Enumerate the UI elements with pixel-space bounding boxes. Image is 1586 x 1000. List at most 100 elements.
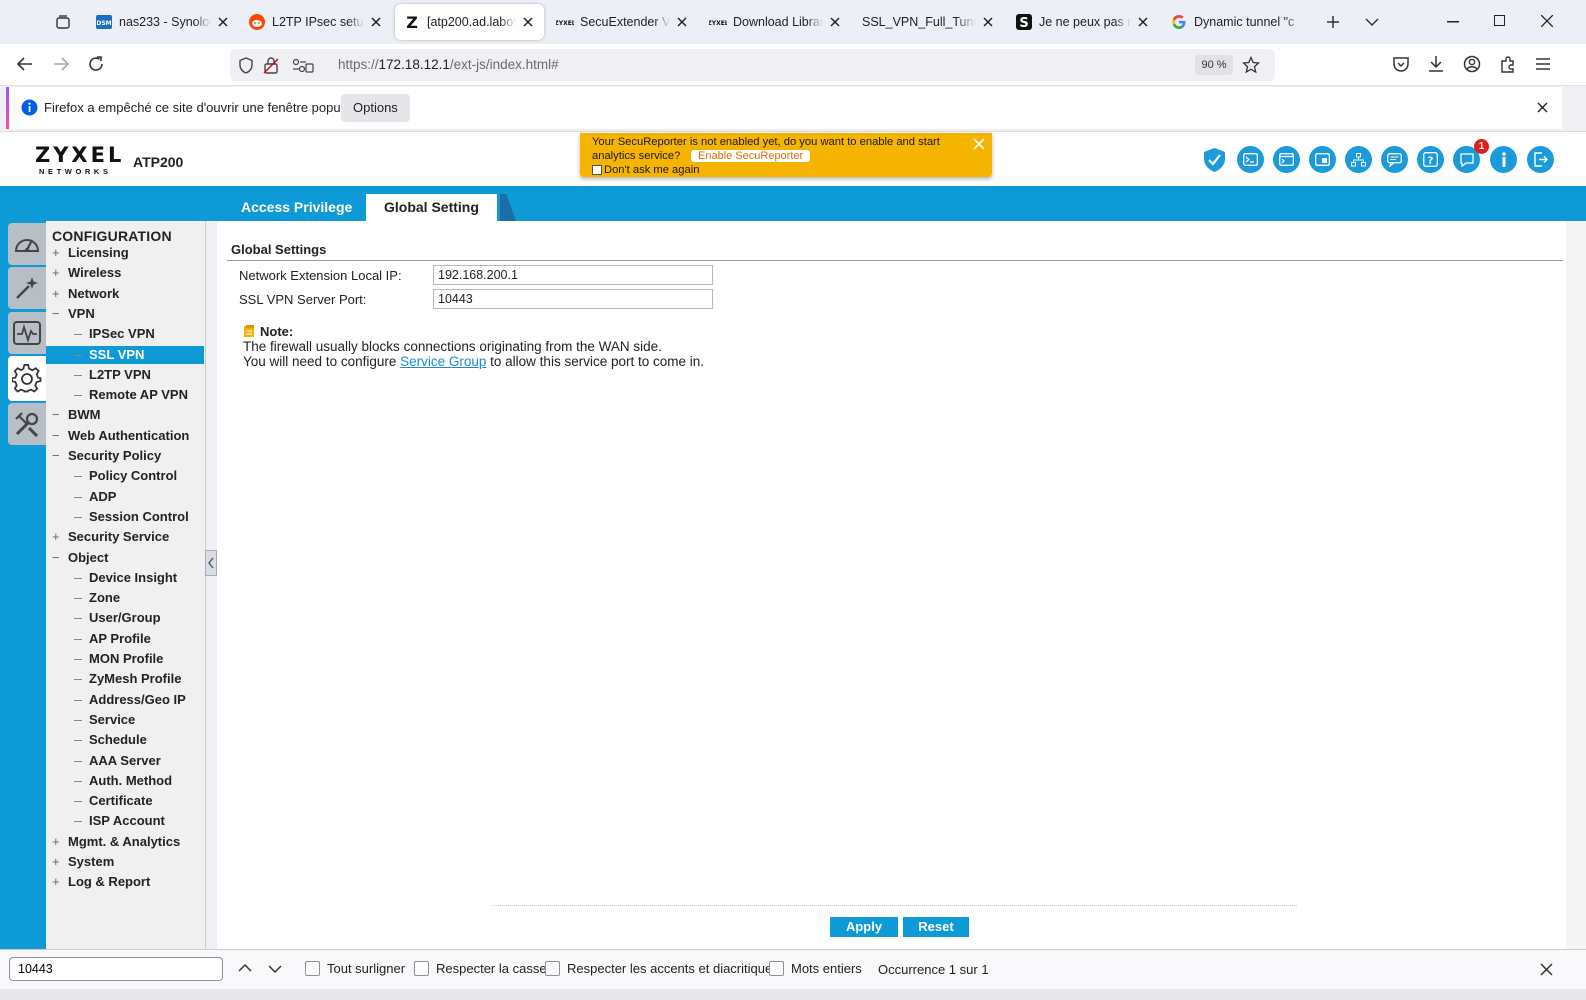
monitor-button[interactable] — [8, 312, 46, 354]
expand-icon[interactable]: + — [52, 853, 62, 871]
nav-item[interactable]: − BWM — [46, 406, 204, 424]
options-button[interactable]: Options — [341, 94, 410, 122]
close-icon[interactable] — [1540, 963, 1553, 976]
nav-item[interactable]: Remote AP VPN — [46, 386, 204, 404]
minimize-icon[interactable] — [1447, 21, 1459, 23]
nav-item[interactable]: − Security Policy — [46, 447, 204, 465]
ssl-vpn-port-field[interactable] — [433, 289, 713, 309]
logout-icon[interactable] — [1527, 146, 1554, 173]
find-input[interactable] — [9, 957, 223, 981]
new-tab-icon[interactable] — [1326, 15, 1340, 29]
maximize-icon[interactable] — [1494, 15, 1505, 26]
checkbox-box[interactable] — [414, 961, 429, 976]
download-icon[interactable] — [1428, 55, 1444, 73]
network-extension-ip-field[interactable] — [433, 265, 713, 285]
reload-icon[interactable] — [87, 55, 105, 73]
configuration-button[interactable] — [8, 356, 46, 401]
cli-icon[interactable] — [1273, 146, 1300, 173]
nav-item[interactable]: MON Profile — [46, 650, 204, 668]
nav-item[interactable]: + Mgmt. & Analytics — [46, 833, 204, 851]
find-next-icon[interactable] — [268, 964, 282, 974]
close-icon[interactable] — [980, 14, 996, 30]
service-group-link[interactable]: Service Group — [400, 354, 486, 369]
find-previous-icon[interactable] — [238, 963, 252, 973]
nav-item[interactable]: AAA Server — [46, 752, 204, 770]
security-shield-icon[interactable] — [1201, 146, 1228, 173]
nav-item[interactable]: L2TP VPN — [46, 366, 204, 384]
object-reference-icon[interactable] — [1309, 146, 1336, 173]
nav-item[interactable]: ADP — [46, 488, 204, 506]
collapse-icon[interactable]: − — [52, 549, 62, 567]
close-icon[interactable] — [1135, 14, 1151, 30]
forward-icon[interactable] — [52, 56, 70, 72]
nav-item[interactable]: ISP Account — [46, 812, 204, 830]
nav-item[interactable]: − VPN — [46, 305, 204, 323]
nav-item[interactable]: Session Control — [46, 508, 204, 526]
console-icon[interactable] — [1237, 146, 1264, 173]
nav-item[interactable]: + Network — [46, 285, 204, 303]
url-text[interactable]: https://172.18.12.1/ext-js/index.html# — [338, 57, 559, 72]
close-icon[interactable] — [1537, 102, 1548, 113]
match-diacritics-checkbox[interactable]: Respecter les accents et diacritiques — [545, 961, 779, 976]
nav-item[interactable]: + Wireless — [46, 264, 204, 282]
nav-item[interactable]: ZyMesh Profile — [46, 670, 204, 688]
highlight-all-checkbox[interactable]: Tout surligner — [305, 961, 405, 976]
browser-tab[interactable]: DSM nas233 - Synology — [87, 4, 239, 40]
expand-icon[interactable]: + — [52, 873, 62, 891]
nav-item[interactable]: + Licensing — [46, 244, 204, 262]
permissions-icon[interactable] — [292, 58, 314, 73]
shield-icon[interactable] — [238, 57, 254, 74]
nav-item[interactable]: Certificate — [46, 792, 204, 810]
nav-item[interactable]: Device Insight — [46, 569, 204, 587]
checkbox-box[interactable] — [545, 961, 560, 976]
collapse-panel-button[interactable] — [205, 550, 217, 576]
nav-item[interactable]: Auth. Method — [46, 772, 204, 790]
reset-button[interactable]: Reset — [903, 917, 969, 937]
nav-item[interactable]: + System — [46, 853, 204, 871]
nav-item[interactable]: − Web Authentication — [46, 427, 204, 445]
zoom-indicator[interactable]: 90 % — [1195, 55, 1233, 75]
tab-access-privilege[interactable]: Access Privilege — [223, 194, 370, 221]
checkbox-box[interactable] — [592, 165, 602, 175]
close-icon[interactable] — [520, 14, 536, 30]
collapse-icon[interactable]: − — [52, 305, 62, 323]
nav-item[interactable]: Service — [46, 711, 204, 729]
nav-item[interactable]: IPSec VPN — [46, 325, 204, 343]
insecure-lock-icon[interactable] — [263, 56, 279, 74]
dashboard-button[interactable] — [8, 223, 46, 265]
browser-tab-active[interactable]: Z [atp200.ad.labo93 — [395, 4, 544, 40]
url-bar[interactable]: https://172.18.12.1/ext-js/index.html# 9… — [230, 49, 1275, 81]
nav-item[interactable]: User/Group — [46, 609, 204, 627]
tab-global-setting[interactable]: Global Setting — [366, 194, 497, 221]
site-map-icon[interactable] — [1345, 146, 1372, 173]
enable-secureporter-button[interactable]: Enable SecuReporter — [691, 150, 811, 162]
nav-item[interactable]: Zone — [46, 589, 204, 607]
menu-icon[interactable] — [1535, 57, 1551, 71]
browser-tab[interactable]: ZYXEL SecuExtender VPN — [548, 4, 698, 40]
close-icon[interactable] — [368, 14, 384, 30]
tab-list-button[interactable] — [46, 4, 76, 40]
browser-tab[interactable]: Dynamic tunnel "c — [1162, 4, 1312, 40]
nav-item[interactable]: Schedule — [46, 731, 204, 749]
collapse-icon[interactable]: − — [52, 406, 62, 424]
chat-icon[interactable] — [1381, 146, 1408, 173]
expand-icon[interactable]: + — [52, 833, 62, 851]
help-icon[interactable]: ? — [1417, 146, 1444, 173]
wizard-button[interactable] — [8, 267, 46, 309]
browser-tab[interactable]: ZYXEL Download Library — [701, 4, 851, 40]
match-case-checkbox[interactable]: Respecter la casse — [414, 961, 547, 976]
expand-icon[interactable]: + — [52, 528, 62, 546]
checkbox-box[interactable] — [305, 961, 320, 976]
nav-item[interactable]: − Object — [46, 549, 204, 567]
extensions-icon[interactable] — [1499, 55, 1517, 73]
close-icon[interactable] — [973, 138, 985, 150]
nav-item[interactable]: Policy Control — [46, 467, 204, 485]
whole-words-checkbox[interactable]: Mots entiers — [769, 961, 862, 976]
nav-item[interactable]: AP Profile — [46, 630, 204, 648]
pocket-icon[interactable] — [1392, 56, 1410, 73]
close-icon[interactable] — [827, 14, 843, 30]
account-icon[interactable] — [1463, 55, 1481, 73]
window-close-icon[interactable] — [1541, 15, 1553, 27]
nav-item[interactable]: + Security Service — [46, 528, 204, 546]
close-icon[interactable] — [215, 14, 231, 30]
